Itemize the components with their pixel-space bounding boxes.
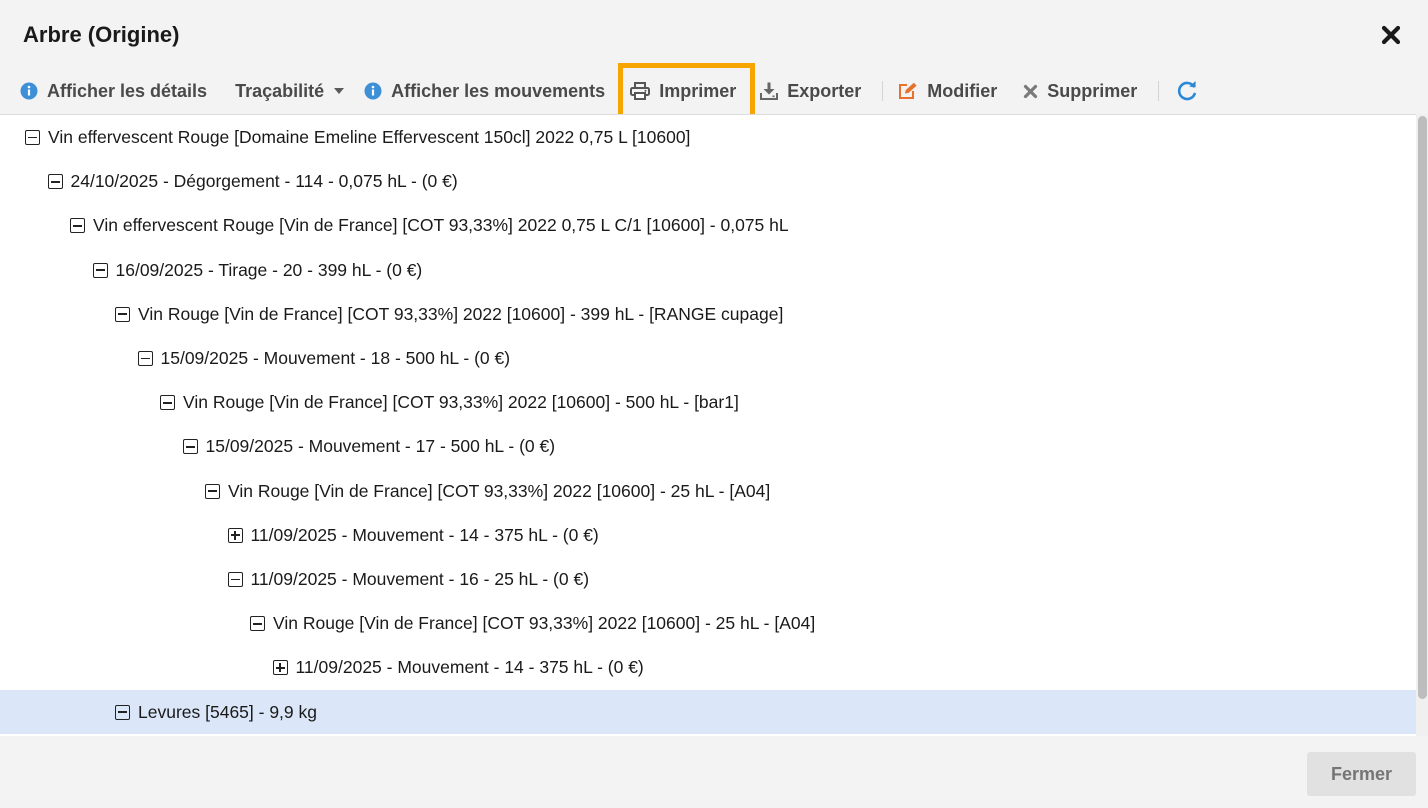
tree-node-label: 24/10/2025 - Dégorgement - 114 - 0,075 h… [70,171,458,192]
tree-node[interactable]: 11/09/2025 - Mouvement - 14 - 375 hL - (… [0,646,1416,690]
tree-node-label: Vin Rouge [Vin de France] [COT 93,33%] 2… [138,303,784,324]
tree-node[interactable]: Vin effervescent Rouge [Vin de France] [… [0,204,1416,248]
info-icon [20,82,38,100]
tree-node-label: 16/09/2025 - Tirage - 20 - 399 hL - (0 €… [115,259,423,280]
caret-down-icon [334,88,345,94]
print-button[interactable]: Imprimer [618,63,756,119]
refresh-icon [1178,81,1197,101]
tree-node-label: Vin Rouge [Vin de France] [COT 93,33%] 2… [228,480,771,501]
collapse-icon[interactable] [182,439,198,455]
export-label: Exporter [787,80,862,101]
printer-icon [630,82,651,100]
collapse-icon[interactable] [137,351,153,366]
tree-node-label: Vin effervescent Rouge [Vin de France] [… [93,215,789,236]
tree-node-label: 15/09/2025 - Mouvement - 18 - 500 hL - (… [160,348,511,368]
show-details-label: Afficher les détails [47,80,208,101]
collapse-icon[interactable] [70,218,85,234]
tree-node[interactable]: Vin Rouge [Vin de France] [COT 93,33%] 2… [0,292,1416,336]
toolbar: Afficher les détails Traçabilité Affiche… [0,63,1428,119]
scrollbar-thumb[interactable] [1418,116,1427,699]
print-label: Imprimer [659,80,737,101]
export-button[interactable]: Exporter [760,68,861,114]
tree-node[interactable]: Vin effervescent Rouge [Domaine Emeline … [0,116,1416,160]
toolbar-divider [882,81,884,101]
tree-node[interactable]: 15/09/2025 - Mouvement - 18 - 500 hL - (… [0,337,1416,381]
tree-node[interactable]: 11/09/2025 - Mouvement - 14 - 375 hL - (… [0,513,1416,557]
collapse-icon[interactable] [227,572,243,587]
tree-node[interactable]: 16/09/2025 - Tirage - 20 - 399 hL - (0 €… [0,248,1416,292]
tree-node-label: 11/09/2025 - Mouvement - 16 - 25 hL - (0… [250,569,590,589]
toolbar-divider [1158,81,1160,101]
download-icon [760,82,779,100]
edit-label: Modifier [927,80,998,101]
tree-node-label: Vin effervescent Rouge [Domaine Emeline … [48,127,691,147]
tree-node[interactable]: Levures [5465] - 9,9 kg [0,690,1416,735]
dialog-title: Arbre (Origine) [23,22,180,47]
close-button[interactable]: Fermer [1307,752,1416,796]
collapse-icon[interactable] [115,704,130,720]
delete-label: Supprimer [1047,80,1138,101]
tree-node[interactable]: Vin Rouge [Vin de France] [COT 93,33%] 2… [0,602,1416,646]
tree-node[interactable]: Vin Rouge [Vin de France] [COT 93,33%] 2… [0,469,1416,513]
cross-icon [1024,84,1038,98]
collapse-icon[interactable] [25,130,40,145]
collapse-icon[interactable] [115,306,130,322]
tree-node-label: 11/09/2025 - Mouvement - 14 - 375 hL - (… [295,657,644,678]
show-movements-button[interactable]: Afficher les mouvements [364,68,605,114]
tree-node-label: 11/09/2025 - Mouvement - 14 - 375 hL - (… [250,524,599,545]
expand-icon[interactable] [227,527,243,543]
collapse-icon[interactable] [92,262,108,278]
edit-icon [899,82,917,99]
show-movements-label: Afficher les mouvements [391,80,606,101]
tree-node-label: 15/09/2025 - Mouvement - 17 - 500 hL - (… [205,436,556,457]
tree-node[interactable]: 24/10/2025 - Dégorgement - 114 - 0,075 h… [0,160,1416,204]
tree-node-label: Vin Rouge [Vin de France] [COT 93,33%] 2… [183,392,739,413]
tree-node[interactable]: Vin Rouge [Vin de France] [COT 93,33%] 2… [0,381,1416,425]
dialog-header: Arbre (Origine) [0,0,1428,68]
collapse-icon[interactable] [47,174,63,190]
collapse-icon[interactable] [205,483,220,499]
close-icon[interactable] [1378,22,1404,48]
tree-node[interactable]: 11/09/2025 - Mouvement - 16 - 25 hL - (0… [0,558,1416,602]
traceability-tree: Vin effervescent Rouge [Domaine Emeline … [0,114,1416,737]
info-icon [364,82,382,100]
collapse-icon[interactable] [250,616,265,632]
delete-button[interactable]: Supprimer [1023,68,1137,114]
collapse-icon[interactable] [160,395,175,411]
show-details-button[interactable]: Afficher les détails [20,68,207,114]
edit-button[interactable]: Modifier [898,68,997,114]
tree-node[interactable]: 15/09/2025 - Mouvement - 17 - 500 hL - (… [0,425,1416,469]
dialog-footer [0,736,1428,808]
tree-node-label: Levures [5465] - 9,9 kg [138,701,317,722]
refresh-button[interactable] [1176,68,1198,114]
expand-icon[interactable] [272,660,288,676]
tree-node-label: Vin Rouge [Vin de France] [COT 93,33%] 2… [273,613,816,634]
traceability-dropdown[interactable]: Traçabilité [235,68,345,114]
traceability-label: Traçabilité [235,80,325,101]
